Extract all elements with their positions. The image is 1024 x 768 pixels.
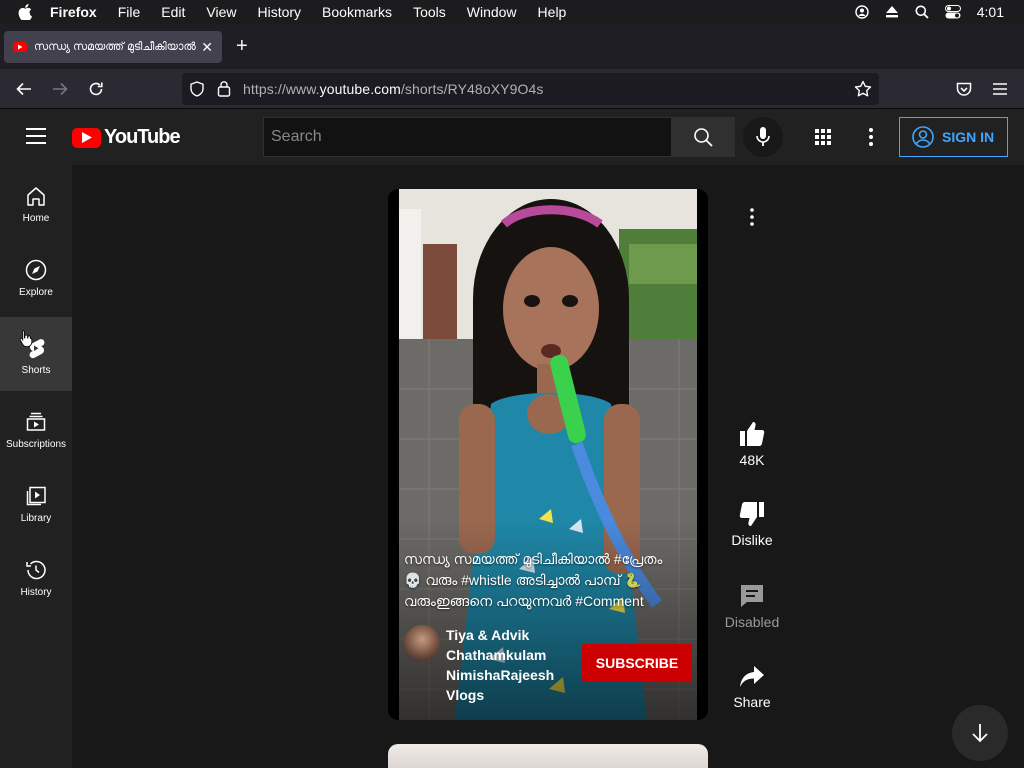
menu-edit[interactable]: Edit — [161, 4, 185, 20]
url-path: /shorts/RY48oXY9O4s — [400, 81, 544, 97]
youtube-favicon-icon — [13, 42, 27, 52]
menu-view[interactable]: View — [206, 4, 236, 20]
caption-line-1: സന്ധ്യ സമയത്ത് മുടിചീകിയാൽ #പ്രേതം — [404, 551, 663, 567]
youtube-logo-text: YouTube — [104, 126, 181, 148]
next-short-button[interactable] — [952, 705, 1008, 761]
search-button[interactable] — [671, 117, 735, 157]
rail-item-label: History — [20, 587, 52, 598]
account-circle-icon — [912, 126, 934, 148]
rail-item-label: Explore — [19, 287, 53, 298]
user-account-icon[interactable] — [855, 5, 869, 19]
caption-line-2: 💀 വരും #whistle അടിച്ചാൽ പാമ്പ് 🐍 — [404, 572, 642, 588]
bookmark-star-icon[interactable] — [854, 80, 872, 103]
rail-item-label: Subscriptions — [5, 439, 67, 450]
tab-close-icon[interactable]: ✕ — [201, 39, 213, 55]
tab-strip: സന്ധ്യ സമയത്ത് മുടിചീകിയാൽ #പ്രേതം ✕ + — [0, 24, 1024, 69]
menu-window[interactable]: Window — [467, 4, 517, 20]
caption-line-3[interactable]: വരുംഇങ്ങനെ പറയുന്നവർ #Comment — [404, 591, 694, 612]
next-short-preview[interactable] — [388, 744, 708, 768]
rail-item-library[interactable]: Library — [0, 465, 72, 539]
rail-item-subscriptions[interactable]: Subscriptions — [0, 391, 72, 465]
comment-icon — [741, 585, 763, 607]
url-domain: youtube.com — [319, 81, 401, 97]
thumbs-up-icon — [740, 422, 765, 446]
rail-item-home[interactable]: Home — [0, 165, 72, 239]
settings-more-icon[interactable] — [859, 125, 883, 149]
dislike-button[interactable]: Dislike — [720, 500, 784, 548]
guide-mini-rail: Home Explore Shorts Subscriptions Librar… — [0, 165, 72, 768]
short-more-options-icon[interactable] — [749, 207, 755, 227]
home-icon — [27, 187, 45, 206]
share-arrow-icon — [740, 666, 764, 687]
menu-history[interactable]: History — [257, 4, 301, 20]
subscribe-button[interactable]: SUBSCRIBE — [582, 644, 692, 681]
rail-item-label: Library — [20, 513, 52, 524]
rail-item-explore[interactable]: Explore — [0, 239, 72, 313]
comments-label: Disabled — [724, 614, 780, 630]
tracking-protection-shield-icon[interactable] — [189, 81, 205, 102]
menu-bookmarks[interactable]: Bookmarks — [322, 4, 392, 20]
eject-icon[interactable] — [885, 6, 899, 18]
control-center-icon[interactable] — [944, 5, 961, 19]
subscriptions-icon — [26, 412, 46, 431]
search-box — [263, 117, 672, 157]
like-button[interactable]: 48K — [720, 420, 784, 468]
hand-cursor-icon — [19, 329, 33, 352]
spotlight-search-icon[interactable] — [915, 5, 929, 19]
comments-button[interactable]: Disabled — [720, 582, 784, 630]
dislike-label: Dislike — [731, 532, 773, 548]
lock-icon[interactable] — [217, 80, 231, 102]
channel-avatar[interactable] — [404, 625, 440, 661]
url-text[interactable]: https://www.youtube.com/shorts/RY48oXY9O… — [243, 81, 543, 97]
menu-help[interactable]: Help — [538, 4, 567, 20]
apps-grid-icon[interactable] — [811, 125, 835, 149]
sign-in-label: SIGN IN — [942, 129, 995, 145]
rail-item-label: Shorts — [21, 365, 51, 376]
pocket-icon[interactable] — [954, 79, 974, 99]
app-menu-icon[interactable] — [990, 79, 1010, 99]
back-button[interactable] — [14, 79, 34, 99]
rail-item-history[interactable]: History — [0, 539, 72, 613]
arrow-down-icon — [972, 724, 988, 743]
thumbs-down-icon — [739, 502, 764, 526]
compass-icon — [25, 259, 47, 281]
share-button[interactable]: Share — [720, 664, 784, 710]
menu-file[interactable]: File — [118, 4, 141, 20]
reload-button[interactable] — [86, 79, 106, 99]
history-icon — [26, 560, 46, 580]
rail-item-shorts[interactable]: Shorts — [0, 317, 72, 391]
navigation-bar: https://www.youtube.com/shorts/RY48oXY9O… — [0, 69, 1024, 109]
channel-name[interactable]: Tiya & Advik Chathamkulam NimishaRajeesh… — [446, 625, 566, 705]
apple-icon[interactable] — [18, 4, 36, 20]
url-bar[interactable]: https://www.youtube.com/shorts/RY48oXY9O… — [182, 73, 879, 105]
short-caption: സന്ധ്യ സമയത്ത് മുടിചീകിയാൽ #പ്രേതം 💀 വരു… — [404, 549, 694, 612]
search-input[interactable] — [264, 118, 671, 156]
youtube-logo[interactable]: YouTube — [72, 126, 181, 149]
url-prefix: https://www. — [243, 81, 320, 97]
youtube-play-icon — [72, 127, 101, 148]
guide-menu-icon[interactable] — [26, 128, 46, 144]
microphone-icon — [756, 127, 770, 146]
voice-search-button[interactable] — [743, 117, 783, 157]
rail-item-label: Home — [22, 213, 50, 224]
shorts-player[interactable]: സന്ധ്യ സമയത്ത് മുടിചീകിയാൽ #പ്രേതം 💀 വരു… — [388, 189, 708, 720]
share-label: Share — [733, 694, 771, 710]
tab-title: സന്ധ്യ സമയത്ത് മുടിചീകിയാൽ #പ്രേതം — [34, 40, 198, 53]
youtube-header: YouTube SIGN IN — [0, 109, 1024, 165]
macos-menu-bar: Firefox File Edit View History Bookmarks… — [0, 0, 1024, 24]
tab-youtube-short[interactable]: സന്ധ്യ സമയത്ത് മുടിചീകിയാൽ #പ്രേതം ✕ — [4, 31, 222, 63]
library-icon — [26, 486, 46, 506]
menu-app-name[interactable]: Firefox — [50, 4, 97, 20]
search-icon — [694, 128, 713, 147]
like-count: 48K — [739, 452, 765, 468]
forward-button[interactable] — [50, 79, 70, 99]
menu-tools[interactable]: Tools — [413, 4, 446, 20]
sign-in-button[interactable]: SIGN IN — [899, 117, 1008, 157]
menu-clock: 4:01 — [976, 4, 1004, 20]
new-tab-button[interactable]: + — [236, 36, 248, 56]
